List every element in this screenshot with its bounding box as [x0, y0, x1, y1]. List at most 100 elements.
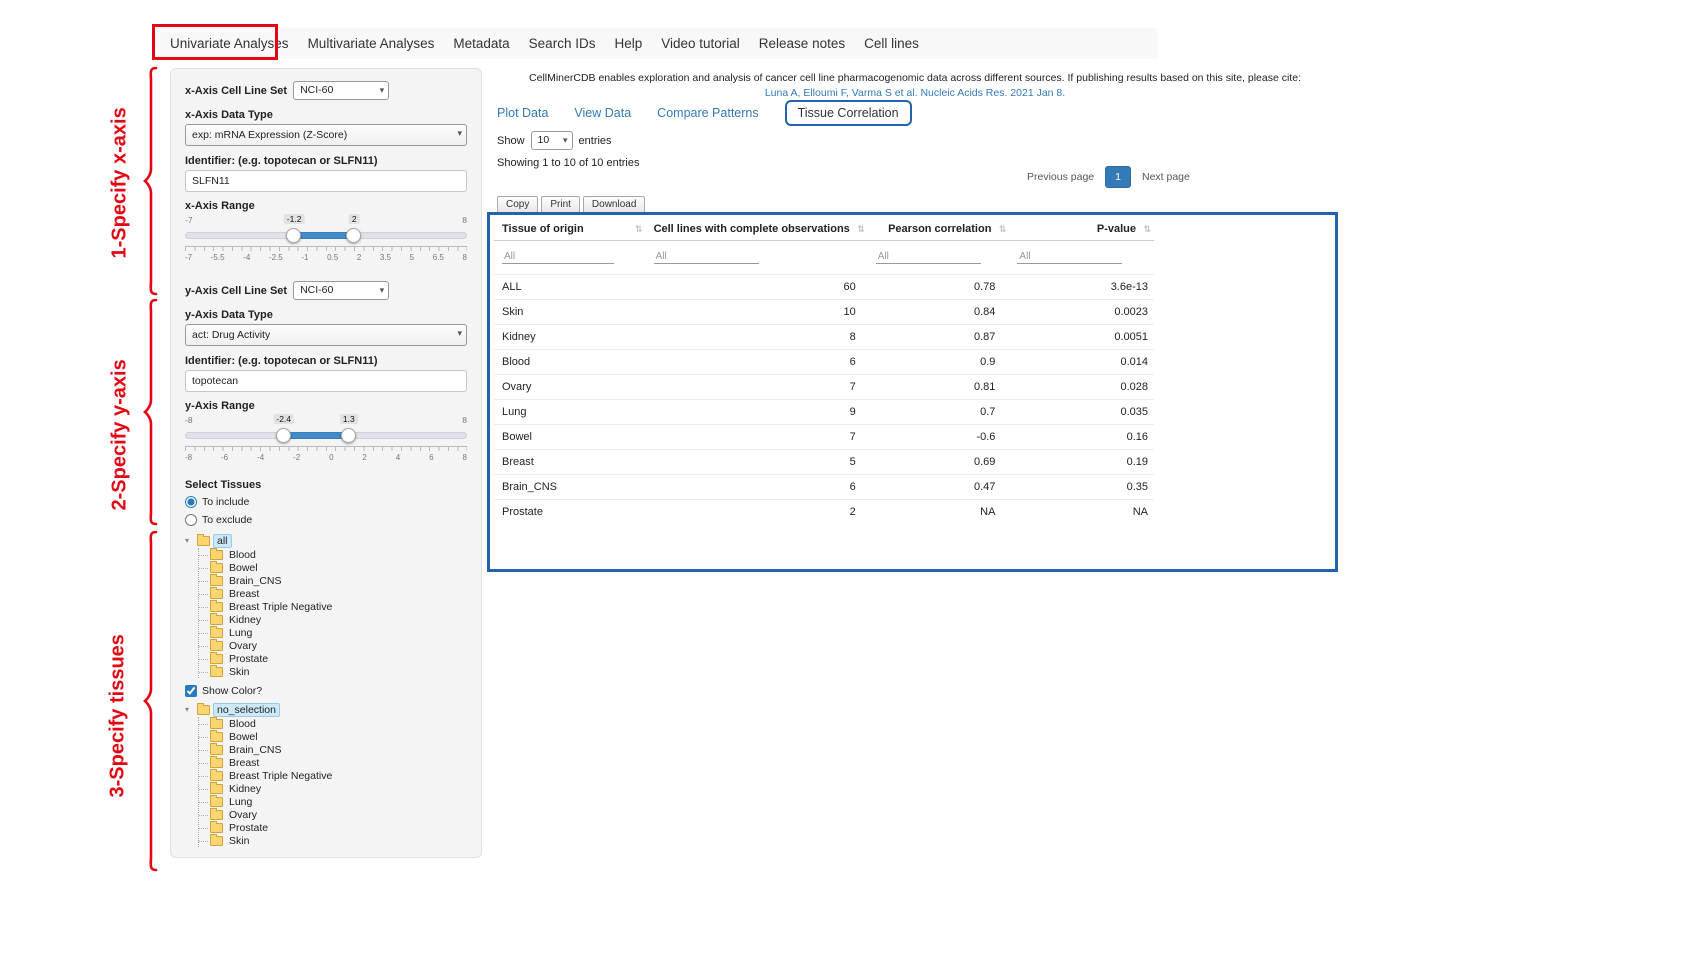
tick-label: 2 [362, 453, 366, 462]
tree-root-label[interactable]: no_selection [213, 703, 280, 717]
table-row[interactable]: Bowel 7 -0.6 0.16 [494, 425, 1154, 450]
previous-page-button[interactable]: Previous page [1018, 166, 1103, 188]
cell-tissue: Prostate [494, 500, 646, 525]
tree-item[interactable]: Lung [199, 795, 467, 808]
tree-item[interactable]: Lung [199, 626, 467, 639]
col-header-label: Tissue of origin [502, 223, 584, 235]
y-identifier-input[interactable] [185, 370, 467, 392]
col-header-p-value[interactable]: P-value ⇅ [1009, 218, 1154, 241]
tissue-tree-include: ▾ all Blood Bowel Brain_CNS Breast [185, 533, 467, 678]
tree-item[interactable]: Blood [199, 548, 467, 561]
tab-compare-patterns[interactable]: Compare Patterns [657, 106, 758, 120]
tree-item[interactable]: Blood [199, 717, 467, 730]
tree-item[interactable]: Breast [199, 756, 467, 769]
slider-handle-from[interactable] [286, 228, 301, 243]
slider-handle-from[interactable] [276, 428, 291, 443]
slider-handle-to[interactable] [341, 428, 356, 443]
filter-cell-lines-input[interactable] [654, 250, 759, 264]
export-button[interactable]: Copy [497, 196, 538, 213]
y-axis-range-slider[interactable]: -8 8 -2.4 1.3 -8-6-4-202468 [185, 415, 467, 469]
tree-root-label[interactable]: all [213, 534, 232, 548]
tree-item-label: Bowel [226, 731, 261, 743]
x-identifier-input[interactable] [185, 170, 467, 192]
show-entries-row: Show 10 ▾ entries [497, 131, 612, 150]
tree-toggle-icon[interactable]: ▾ [185, 705, 194, 714]
tree-item[interactable]: Kidney [199, 782, 467, 795]
entries-count-select[interactable]: 10 ▾ [531, 131, 573, 150]
y-axis-cell-line-set-select[interactable]: NCI-60 ▾ [293, 281, 389, 300]
table-row[interactable]: Kidney 8 0.87 0.0051 [494, 325, 1154, 350]
tab-plot-data[interactable]: Plot Data [497, 106, 548, 120]
table-row[interactable]: Ovary 7 0.81 0.028 [494, 375, 1154, 400]
table-row[interactable]: ALL 60 0.78 3.6e-13 [494, 275, 1154, 300]
next-page-button[interactable]: Next page [1133, 166, 1199, 188]
tree-item-label: Skin [226, 666, 252, 678]
cell-observations: 5 [646, 450, 868, 475]
tree-toggle-icon[interactable]: ▾ [185, 536, 194, 545]
cell-tissue: Skin [494, 300, 646, 325]
filter-tissue-input[interactable] [502, 250, 614, 264]
tree-item[interactable]: Brain_CNS [199, 574, 467, 587]
tissue-exclude-radio[interactable] [185, 514, 197, 526]
show-color-row[interactable]: Show Color? [185, 683, 467, 699]
tree-item[interactable]: Breast Triple Negative [199, 600, 467, 613]
table-row[interactable]: Lung 9 0.7 0.035 [494, 400, 1154, 425]
col-header-cell-lines[interactable]: Cell lines with complete observations ⇅ [646, 218, 868, 241]
export-button[interactable]: Print [541, 196, 580, 213]
tree-item[interactable]: Bowel [199, 730, 467, 743]
show-color-checkbox[interactable] [185, 685, 197, 697]
annotation-brace-2 [140, 298, 158, 526]
table-row[interactable]: Brain_CNS 6 0.47 0.35 [494, 475, 1154, 500]
citation-link[interactable]: Luna A, Elloumi F, Varma S et al. Nuclei… [492, 87, 1338, 99]
tree-item[interactable]: Kidney [199, 613, 467, 626]
tissue-exclude-radio-row[interactable]: To exclude [185, 512, 467, 528]
y-axis-data-type-select[interactable]: act: Drug Activity ▾ [185, 324, 467, 346]
tree-item[interactable]: Bowel [199, 561, 467, 574]
tab-tissue-correlation[interactable]: Tissue Correlation [785, 100, 912, 126]
filter-pearson-input[interactable] [876, 250, 981, 264]
col-header-pearson-correlation[interactable]: Pearson correlation ⇅ [868, 218, 1010, 241]
tree-item[interactable]: Prostate [199, 652, 467, 665]
table-row[interactable]: Breast 5 0.69 0.19 [494, 450, 1154, 475]
nav-item[interactable]: Cell lines [864, 36, 919, 51]
tissue-include-radio[interactable] [185, 496, 197, 508]
export-button[interactable]: Download [583, 196, 645, 213]
tissue-correlation-table: Tissue of origin ⇅ Cell lines with compl… [494, 218, 1154, 524]
cell-pearson: 0.9 [868, 350, 1010, 375]
table-row[interactable]: Skin 10 0.84 0.0023 [494, 300, 1154, 325]
tree-item[interactable]: Breast [199, 587, 467, 600]
table-row[interactable]: Prostate 2 NA NA [494, 500, 1154, 525]
col-header-tissue-of-origin[interactable]: Tissue of origin ⇅ [494, 218, 646, 241]
tree-item[interactable]: Skin [199, 834, 467, 847]
x-axis-data-type-select[interactable]: exp: mRNA Expression (Z-Score) ▾ [185, 124, 467, 146]
tissue-include-radio-row[interactable]: To include [185, 494, 467, 510]
tab-view-data[interactable]: View Data [574, 106, 631, 120]
nav-item[interactable]: Video tutorial [661, 36, 740, 51]
tree-item[interactable]: Brain_CNS [199, 743, 467, 756]
cell-p-value: 0.0023 [1009, 300, 1154, 325]
folder-icon [210, 771, 223, 781]
nav-item[interactable]: Multivariate Analyses [308, 36, 435, 51]
tree-item-label: Breast [226, 757, 262, 769]
nav-item[interactable]: Help [614, 36, 642, 51]
nav-item[interactable]: Metadata [453, 36, 509, 51]
slider-handle-to[interactable] [346, 228, 361, 243]
tree-item[interactable]: Ovary [199, 808, 467, 821]
tree-item-label: Blood [226, 549, 259, 561]
cell-observations: 6 [646, 350, 868, 375]
tree-item[interactable]: Ovary [199, 639, 467, 652]
chevron-down-icon: ▾ [380, 283, 385, 298]
nav-item[interactable]: Search IDs [529, 36, 596, 51]
tree-item[interactable]: Breast Triple Negative [199, 769, 467, 782]
nav-item[interactable]: Release notes [759, 36, 845, 51]
y-axis-cell-line-set-row: y-Axis Cell Line Set NCI-60 ▾ [185, 281, 467, 300]
tree-item[interactable]: Skin [199, 665, 467, 678]
x-axis-range-slider[interactable]: -7 8 -1.2 2 -7-5.5-4-2.5-10.523.556.58 [185, 215, 467, 269]
table-row[interactable]: Blood 6 0.9 0.014 [494, 350, 1154, 375]
page-number-button[interactable]: 1 [1105, 166, 1131, 188]
folder-icon [210, 563, 223, 573]
tree-item[interactable]: Prostate [199, 821, 467, 834]
slider-tick-labels: -8-6-4-202468 [185, 453, 467, 462]
x-axis-cell-line-set-select[interactable]: NCI-60 ▾ [293, 81, 389, 100]
filter-p-value-input[interactable] [1017, 250, 1122, 264]
